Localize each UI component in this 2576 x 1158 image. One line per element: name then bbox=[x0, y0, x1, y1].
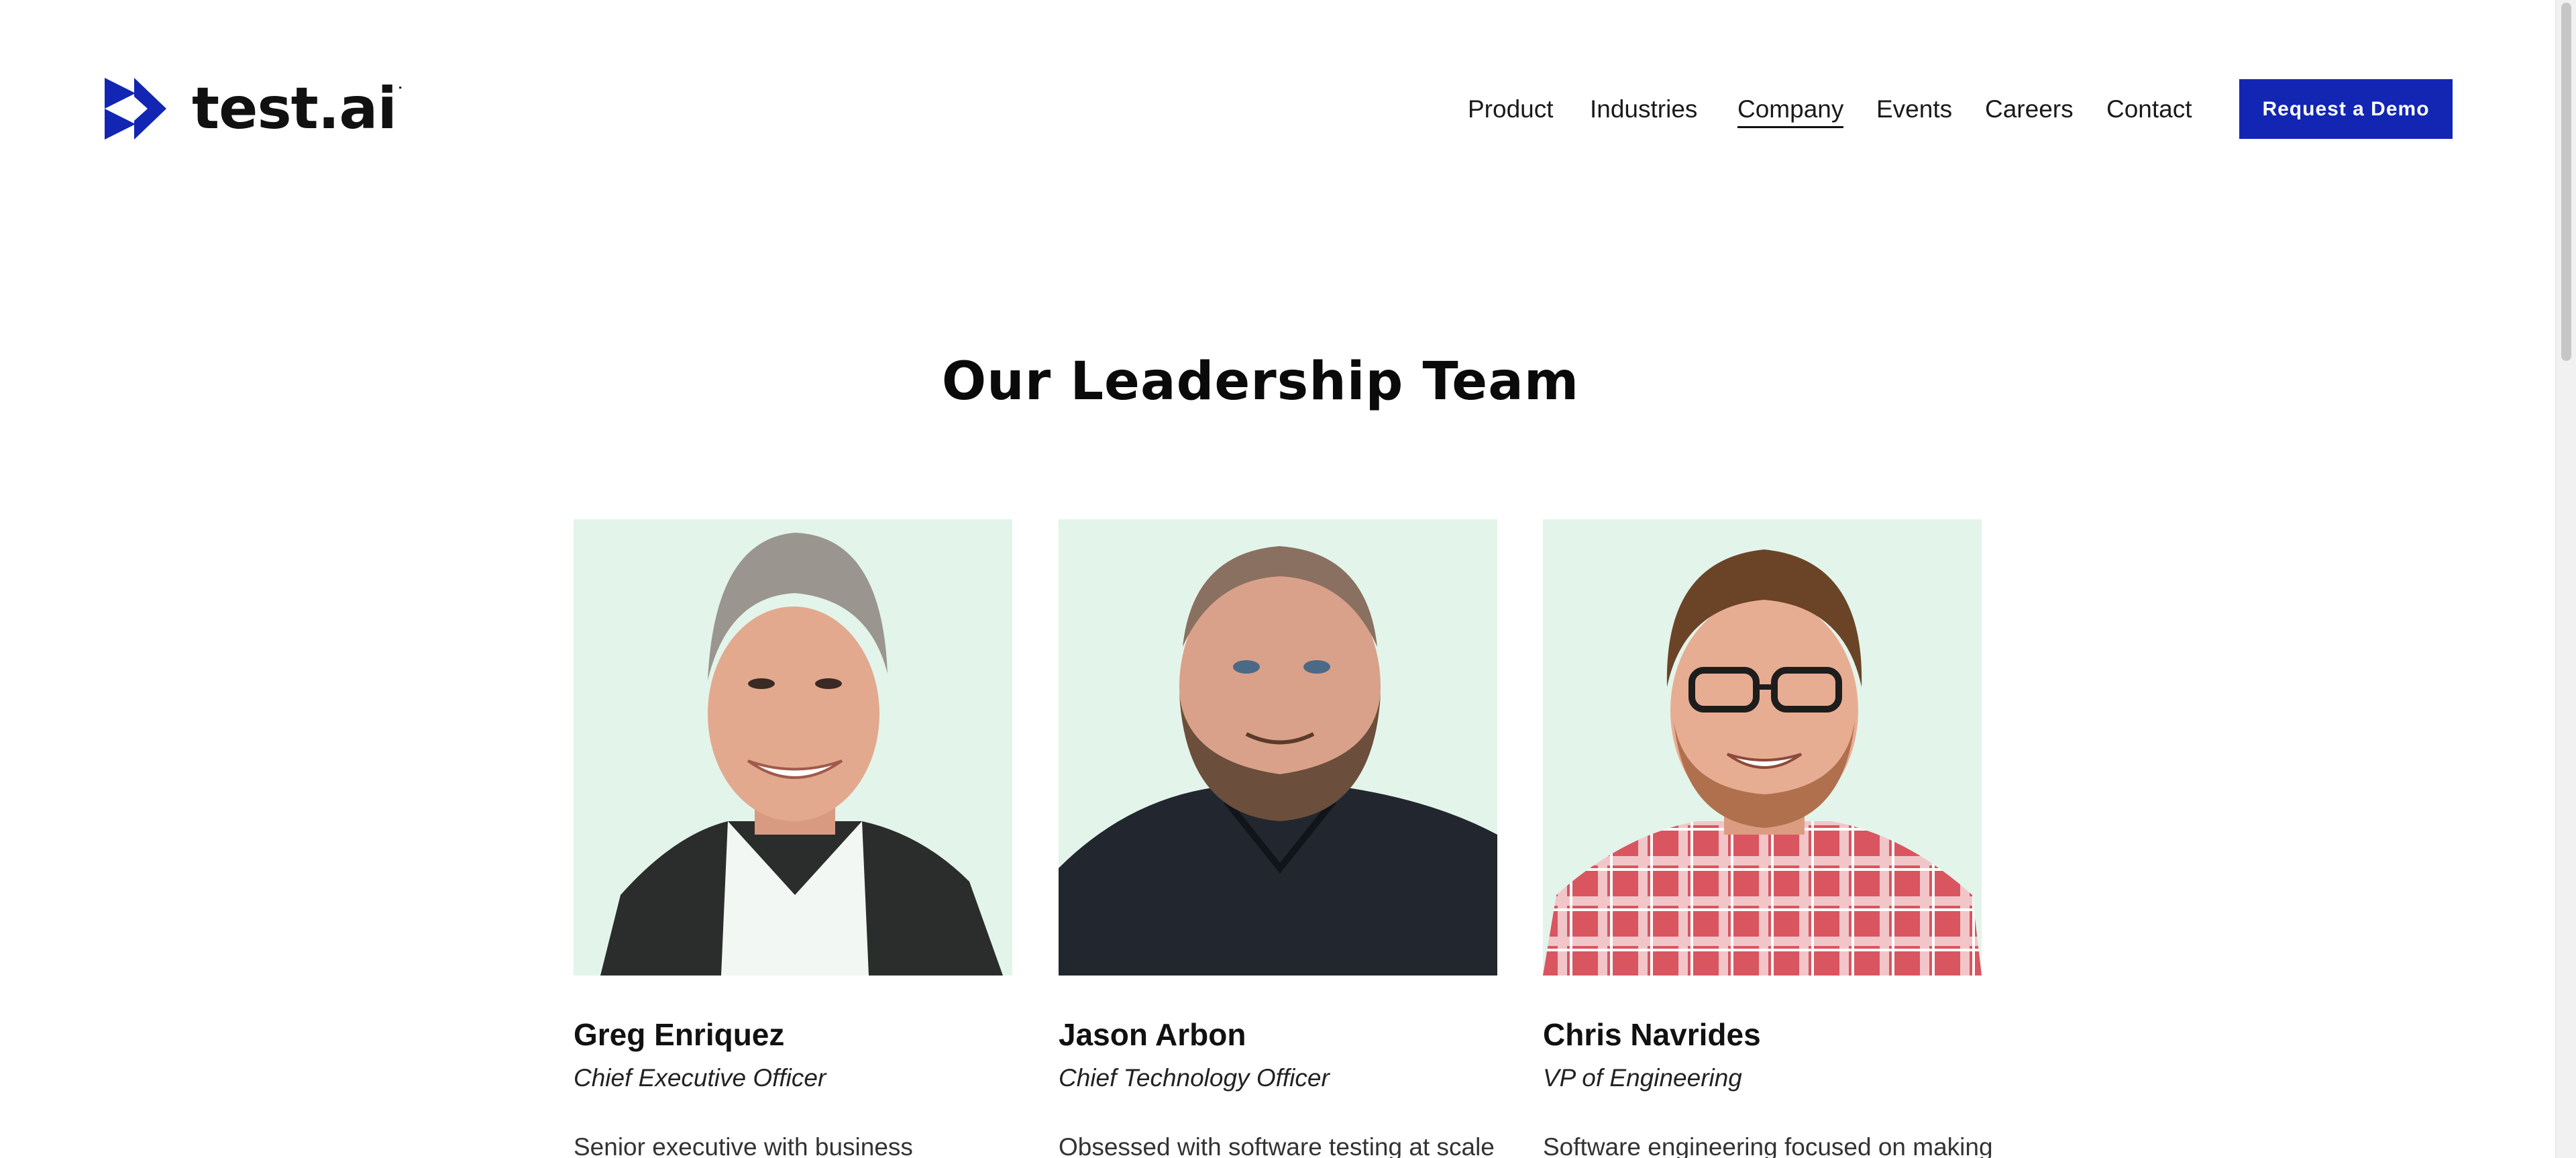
nav-item-events[interactable]: Events bbox=[1876, 95, 1952, 124]
portrait-chris-navrides bbox=[1543, 519, 1982, 976]
nav-item-contact[interactable]: Contact bbox=[2106, 95, 2192, 124]
portrait-jason-arbon bbox=[1059, 519, 1497, 976]
member-role: Chief Technology Officer bbox=[1059, 1064, 1330, 1092]
scrollbar-thumb[interactable] bbox=[2561, 3, 2571, 361]
member-name: Greg Enriquez bbox=[574, 1017, 785, 1052]
page-scrollbar[interactable] bbox=[2555, 0, 2576, 1158]
nav-item-industries[interactable]: Industries bbox=[1590, 95, 1697, 124]
member-bio: Senior executive with business bbox=[574, 1133, 913, 1158]
member-name: Jason Arbon bbox=[1059, 1017, 1246, 1052]
main-nav: Product Industries Company Events Career… bbox=[0, 79, 2576, 140]
nav-item-careers[interactable]: Careers bbox=[1985, 95, 2074, 124]
team-card-chris-navrides: Chris Navrides VP of Engineering Softwar… bbox=[1543, 519, 1993, 1158]
team-card-jason-arbon: Jason Arbon Chief Technology Officer Obs… bbox=[1059, 519, 1497, 1158]
page: test.aiᐧ Product Industries Company Even… bbox=[0, 0, 2576, 1158]
member-bio: Software engineering focused on making bbox=[1543, 1133, 1993, 1158]
nav-item-product[interactable]: Product bbox=[1468, 95, 1554, 124]
member-role: VP of Engineering bbox=[1543, 1064, 1742, 1092]
member-name: Chris Navrides bbox=[1543, 1017, 1761, 1052]
request-demo-button[interactable]: Request a Demo bbox=[2239, 79, 2453, 139]
member-role: Chief Executive Officer bbox=[574, 1064, 826, 1092]
team-card-greg-enriquez: Greg Enriquez Chief Executive Officer Se… bbox=[574, 519, 1012, 1158]
portrait-greg-enriquez bbox=[574, 519, 1012, 976]
nav-item-company[interactable]: Company bbox=[1737, 95, 1844, 128]
page-title: Our Leadership Team bbox=[941, 352, 1580, 413]
member-bio: Obsessed with software testing at scale bbox=[1059, 1133, 1495, 1158]
